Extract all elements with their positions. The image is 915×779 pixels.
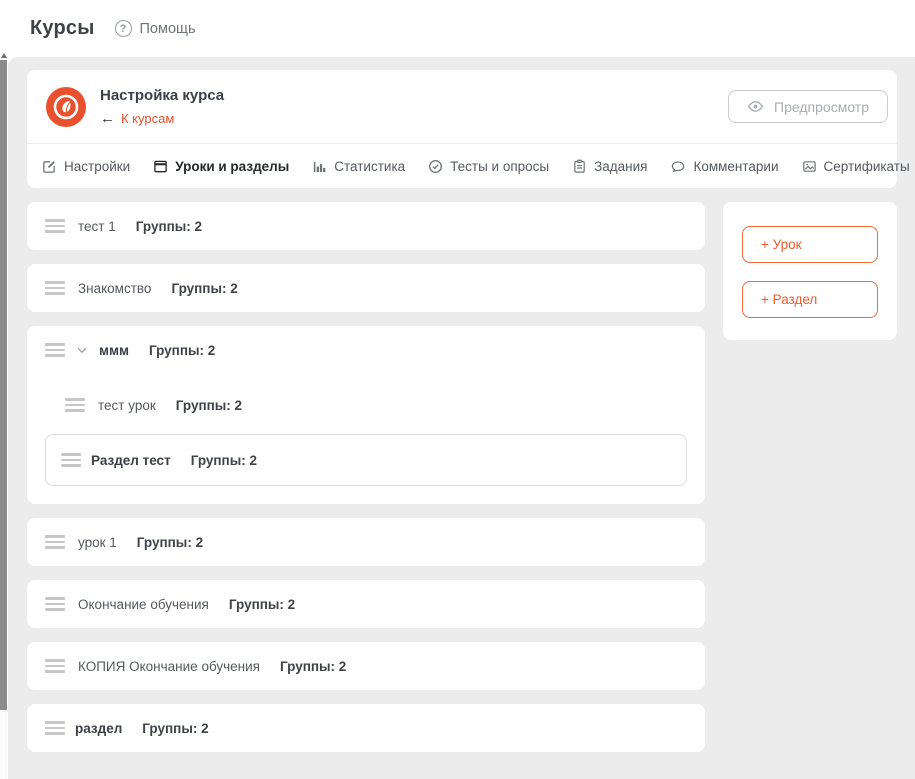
- lesson-name: Знакомство: [78, 281, 151, 296]
- certificates-icon: [802, 159, 817, 174]
- tab-comments[interactable]: Комментарии: [670, 159, 778, 174]
- tab-label: Задания: [594, 159, 647, 174]
- tab-bar: Настройки Уроки и разделы Статистика: [27, 143, 897, 188]
- page-header: Курсы ? Помощь: [0, 0, 915, 57]
- lesson-name: тест 1: [78, 219, 116, 234]
- lesson-name: Окончание обучения: [78, 597, 209, 612]
- tasks-icon: [572, 159, 587, 174]
- drag-handle-icon[interactable]: [45, 659, 65, 673]
- lessons-icon: [153, 159, 168, 174]
- section-name: раздел: [75, 721, 122, 736]
- groups-count: Группы: 2: [137, 535, 203, 550]
- quiz-icon: [428, 159, 443, 174]
- add-section-button[interactable]: + Раздел: [742, 281, 878, 318]
- tab-label: Статистика: [334, 159, 405, 174]
- tab-label: Уроки и разделы: [175, 159, 289, 174]
- tab-certificates[interactable]: Сертификаты: [802, 159, 910, 174]
- course-logo-icon: [46, 87, 86, 127]
- help-link[interactable]: ? Помощь: [115, 20, 196, 37]
- lesson-name: урок 1: [78, 535, 117, 550]
- add-lesson-button[interactable]: + Урок: [742, 226, 878, 263]
- drag-handle-icon[interactable]: [45, 343, 65, 357]
- drag-handle-icon[interactable]: [61, 453, 81, 467]
- actions-panel: + Урок + Раздел: [723, 202, 897, 340]
- tab-label: Настройки: [64, 159, 130, 174]
- drag-handle-icon[interactable]: [65, 398, 85, 412]
- back-arrow-icon: ←: [100, 110, 115, 127]
- section-row[interactable]: Раздел тест Группы: 2: [45, 434, 687, 486]
- back-to-courses-link[interactable]: ← К курсам: [100, 110, 224, 127]
- course-head: Настройка курса ← К курсам Предпросмотр: [27, 70, 897, 143]
- section-row[interactable]: раздел Группы: 2: [27, 704, 705, 752]
- lesson-row[interactable]: Окончание обучения Группы: 2: [27, 580, 705, 628]
- scrollbar-thumb[interactable]: [0, 60, 7, 710]
- lesson-row[interactable]: тест 1 Группы: 2: [27, 202, 705, 250]
- tab-statistics[interactable]: Статистика: [312, 159, 405, 174]
- groups-count: Группы: 2: [176, 398, 242, 413]
- lesson-row[interactable]: Знакомство Группы: 2: [27, 264, 705, 312]
- section-name: Раздел тест: [91, 453, 171, 468]
- content-row: тест 1 Группы: 2 Знакомство Группы: 2 мм…: [27, 202, 915, 752]
- scrollbar-up-icon[interactable]: [1, 53, 7, 58]
- preview-button[interactable]: Предпросмотр: [728, 90, 888, 123]
- stats-icon: [312, 159, 327, 174]
- groups-count: Группы: 2: [171, 281, 237, 296]
- chevron-down-icon[interactable]: [75, 343, 89, 357]
- lesson-name: КОПИЯ Окончание обучения: [78, 659, 260, 674]
- course-title: Настройка курса: [100, 87, 224, 104]
- lesson-row[interactable]: КОПИЯ Окончание обучения Группы: 2: [27, 642, 705, 690]
- lesson-list: тест 1 Группы: 2 Знакомство Группы: 2 мм…: [27, 202, 705, 752]
- lesson-row[interactable]: урок 1 Группы: 2: [27, 518, 705, 566]
- tab-label: Тесты и опросы: [450, 159, 549, 174]
- help-icon: ?: [115, 20, 132, 37]
- edit-icon: [42, 159, 57, 174]
- preview-label: Предпросмотр: [774, 99, 869, 115]
- drag-handle-icon[interactable]: [45, 597, 65, 611]
- eye-icon: [747, 98, 764, 115]
- tab-label: Сертификаты: [824, 159, 910, 174]
- groups-count: Группы: 2: [191, 453, 257, 468]
- main-container: Настройка курса ← К курсам Предпросмотр: [8, 57, 915, 779]
- help-label: Помощь: [140, 21, 196, 37]
- tab-settings[interactable]: Настройки: [42, 159, 130, 174]
- drag-handle-icon[interactable]: [45, 219, 65, 233]
- groups-count: Группы: 2: [142, 721, 208, 736]
- section-expanded-card: ммм Группы: 2 тест урок Группы: 2 Раздел…: [27, 326, 705, 504]
- tab-lessons-sections[interactable]: Уроки и разделы: [153, 159, 289, 174]
- tab-tests-surveys[interactable]: Тесты и опросы: [428, 159, 549, 174]
- drag-handle-icon[interactable]: [45, 535, 65, 549]
- drag-handle-icon[interactable]: [45, 281, 65, 295]
- back-link-label: К курсам: [121, 111, 174, 126]
- lesson-name: тест урок: [98, 398, 156, 413]
- groups-count: Группы: 2: [280, 659, 346, 674]
- tab-tasks[interactable]: Задания: [572, 159, 647, 174]
- lesson-row[interactable]: тест урок Группы: 2: [27, 381, 705, 429]
- course-settings-card: Настройка курса ← К курсам Предпросмотр: [27, 70, 897, 188]
- drag-handle-icon[interactable]: [45, 721, 65, 735]
- left-scrollbar[interactable]: [0, 52, 7, 779]
- section-name: ммм: [99, 343, 129, 358]
- groups-count: Группы: 2: [229, 597, 295, 612]
- page-title: Курсы: [30, 17, 95, 40]
- groups-count: Группы: 2: [136, 219, 202, 234]
- groups-count: Группы: 2: [149, 343, 215, 358]
- comments-icon: [670, 159, 686, 174]
- tab-label: Комментарии: [693, 159, 778, 174]
- section-row[interactable]: ммм Группы: 2: [27, 326, 705, 374]
